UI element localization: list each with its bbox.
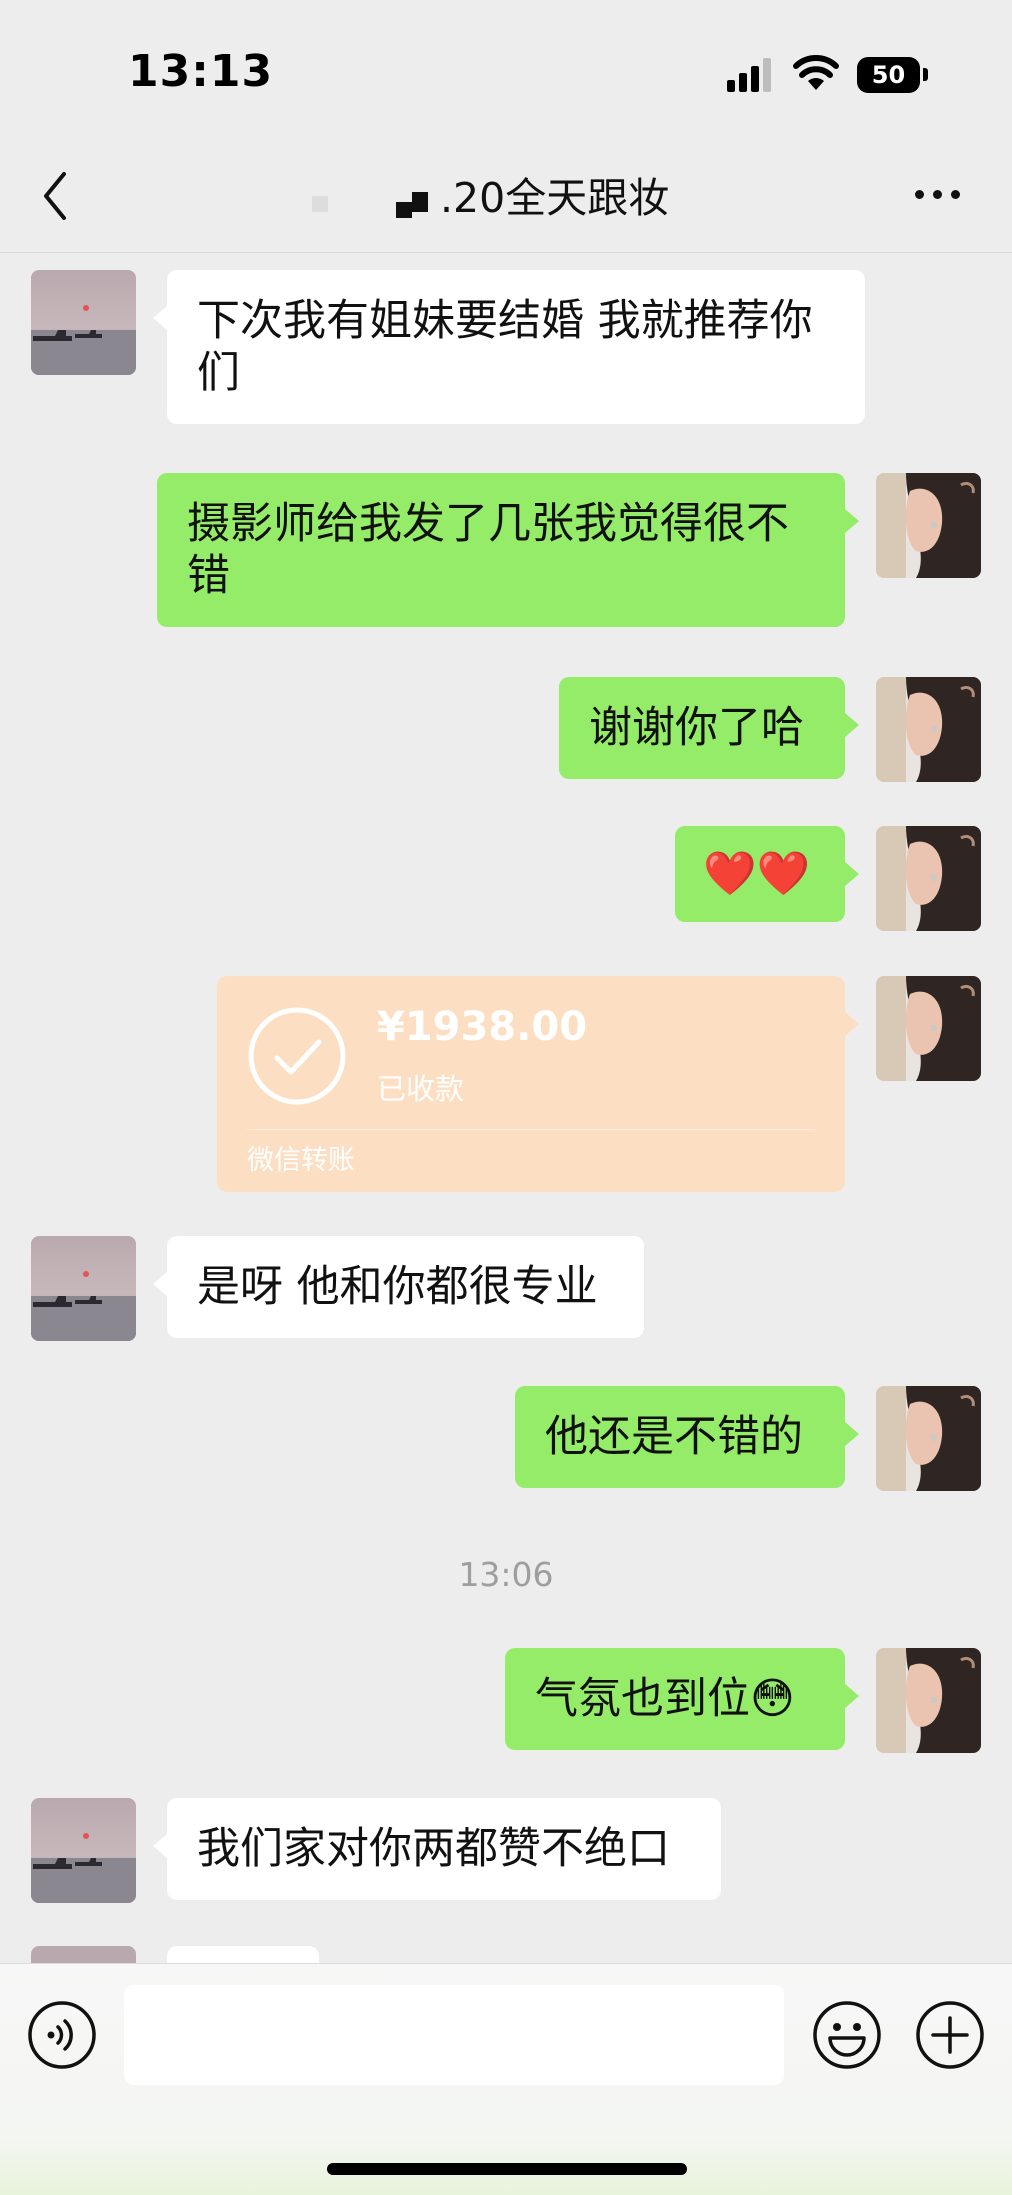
emoji-icon[interactable] bbox=[812, 2000, 882, 2070]
input-bar bbox=[0, 1963, 1012, 2195]
plus-icon[interactable] bbox=[915, 2000, 985, 2070]
status-bar: 13:13 50 bbox=[0, 0, 1012, 140]
message-bubble-incoming[interactable]: 下次我有姐妹要结婚 我就推荐你们 bbox=[153, 270, 865, 424]
voice-input-icon[interactable] bbox=[27, 2000, 97, 2070]
card-divider bbox=[247, 1129, 815, 1130]
message-bubble-incoming-partial[interactable] bbox=[167, 1946, 319, 1963]
message-bubble-outgoing[interactable]: 他还是不错的 bbox=[515, 1386, 859, 1488]
contact-avatar[interactable] bbox=[31, 270, 136, 375]
contact-avatar[interactable] bbox=[31, 1798, 136, 1903]
transfer-amount: ¥1938.00 bbox=[377, 1004, 588, 1050]
message-bubble-outgoing[interactable]: 谢谢你了哈 bbox=[559, 677, 859, 779]
status-time: 13:13 bbox=[128, 46, 274, 97]
my-avatar[interactable] bbox=[876, 677, 981, 782]
contact-avatar[interactable] bbox=[31, 1946, 136, 1963]
contact-avatar[interactable] bbox=[31, 1236, 136, 1341]
home-indicator bbox=[327, 2163, 687, 2175]
more-options-icon[interactable] bbox=[913, 185, 963, 201]
wechat-transfer-card[interactable]: ¥1938.00 已收款 微信转账 bbox=[217, 976, 859, 1192]
chat-title: .20全天跟妆 bbox=[440, 174, 670, 222]
wifi-icon bbox=[793, 55, 839, 90]
my-avatar[interactable] bbox=[876, 826, 981, 931]
message-bubble-outgoing[interactable]: 摄影师给我发了几张我觉得很不错 bbox=[157, 473, 859, 627]
my-avatar[interactable] bbox=[876, 1386, 981, 1491]
battery-tip bbox=[923, 68, 928, 81]
checkmark-circle-icon bbox=[248, 1007, 346, 1105]
message-input[interactable] bbox=[124, 1985, 784, 2085]
cellular-signal-icon bbox=[727, 58, 771, 92]
message-bubble-outgoing[interactable]: ❤️❤️ bbox=[675, 826, 859, 922]
hearts-emoji: ❤️❤️ bbox=[703, 849, 811, 899]
my-avatar[interactable] bbox=[876, 976, 981, 1081]
transfer-status: 已收款 bbox=[377, 1072, 465, 1106]
battery-icon: 50 bbox=[857, 57, 920, 93]
message-bubble-incoming[interactable]: 我们家对你两都赞不绝口 bbox=[153, 1798, 721, 1900]
message-bubble-incoming[interactable]: 是呀 他和你都很专业 bbox=[153, 1236, 644, 1338]
chat-screen: 13:13 50 .20全天跟妆 下次我有姐妹要结婚 我就推荐你们 摄影师给我发… bbox=[0, 0, 1012, 2195]
title-redaction-mosaic bbox=[312, 186, 446, 224]
message-row-partial bbox=[0, 1946, 1012, 1963]
my-avatar[interactable] bbox=[876, 473, 981, 578]
back-arrow-icon[interactable] bbox=[40, 170, 70, 222]
my-avatar[interactable] bbox=[876, 1648, 981, 1753]
message-bubble-outgoing[interactable]: 气氛也到位😳 bbox=[505, 1648, 859, 1750]
transfer-label: 微信转账 bbox=[247, 1145, 355, 1176]
chat-timestamp: 13:06 bbox=[458, 1555, 554, 1594]
nav-bar: .20全天跟妆 bbox=[0, 140, 1012, 253]
